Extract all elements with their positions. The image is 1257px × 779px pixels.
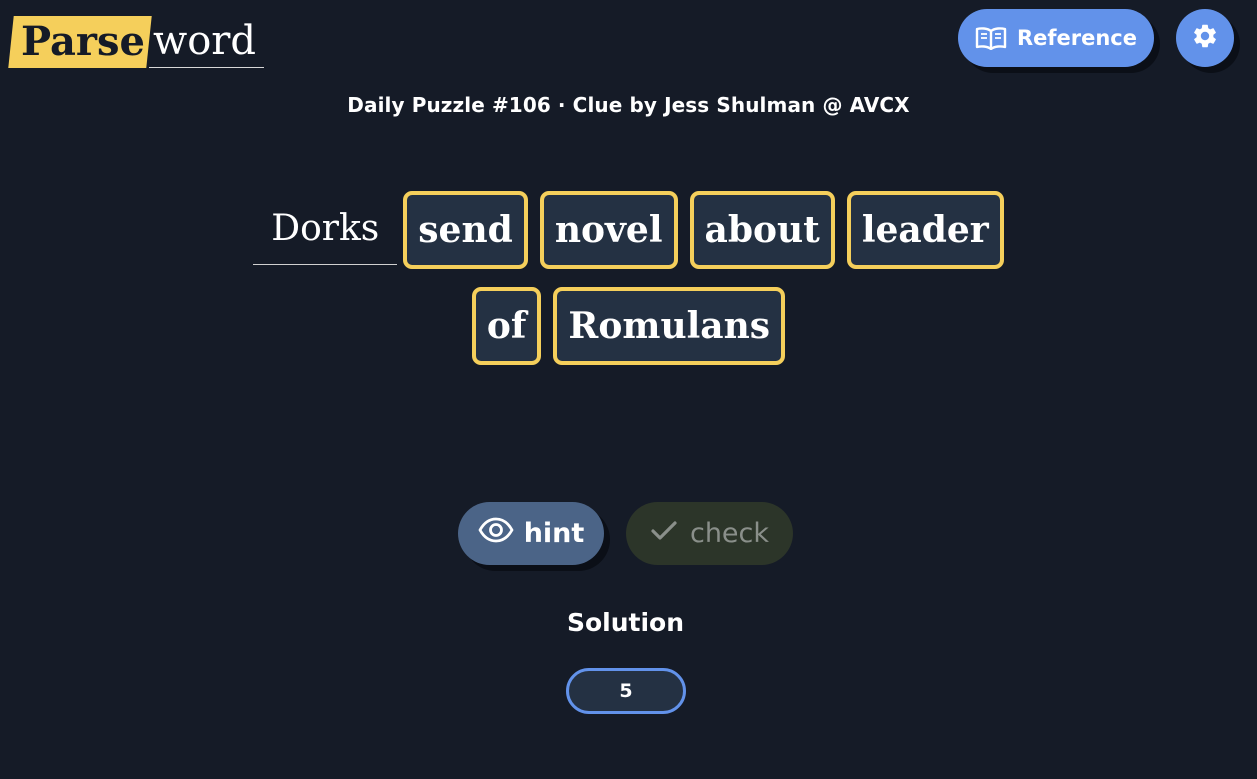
clue-tile[interactable]: of — [471, 287, 542, 365]
clue-tile[interactable]: send — [403, 191, 528, 269]
puzzle-subtitle: Daily Puzzle #106 · Clue by Jess Shulman… — [347, 93, 910, 117]
logo: Parse word — [8, 14, 265, 68]
hint-button[interactable]: hint — [458, 502, 604, 565]
checkmark-icon — [650, 518, 678, 549]
check-button-label: check — [689, 518, 770, 549]
hint-button-label: hint — [523, 518, 585, 549]
clue-row-2: of Romulans — [0, 287, 1257, 365]
logo-part-word: word — [148, 15, 265, 68]
solution-length: 5 — [619, 680, 633, 702]
settings-button[interactable] — [1176, 9, 1234, 67]
solution-input[interactable]: 5 — [566, 668, 686, 714]
book-open-icon — [975, 26, 1007, 50]
eye-icon — [478, 517, 514, 550]
logo-highlight: Parse — [8, 16, 152, 68]
clue-plain-word: Dorks — [253, 193, 398, 265]
logo-part-parse: Parse — [21, 18, 145, 65]
reference-button-label: Reference — [1016, 26, 1138, 50]
reference-button[interactable]: Reference — [958, 9, 1154, 67]
clue-tile[interactable]: leader — [846, 191, 1004, 269]
gear-icon — [1191, 22, 1219, 54]
check-button[interactable]: check — [626, 502, 793, 565]
clue-tile[interactable]: Romulans — [553, 287, 786, 365]
clue-tile[interactable]: about — [689, 191, 835, 269]
clue-row-1: Dorks send novel about leader — [0, 191, 1257, 269]
clue-tile[interactable]: novel — [539, 191, 678, 269]
solution-label: Solution — [566, 608, 685, 637]
